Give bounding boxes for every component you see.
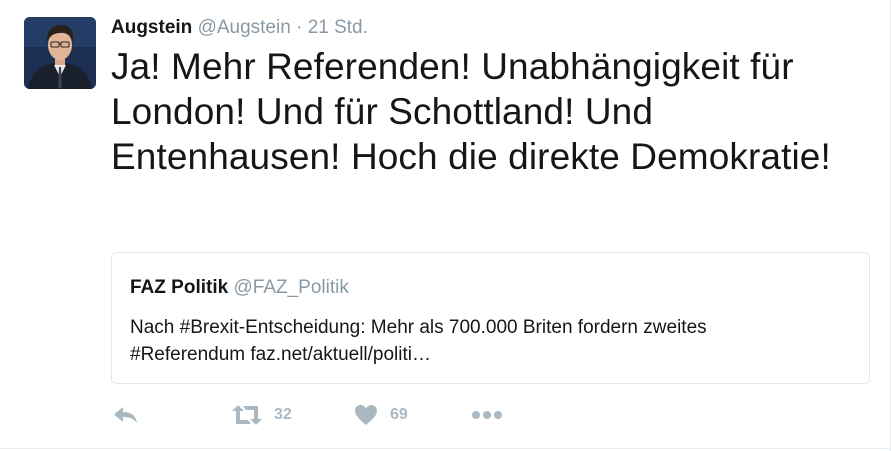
quoted-text-line-2: #Referendum faz.net/aktuell/politi… [130,344,431,365]
quoted-author-name: FAZ Politik [130,277,229,298]
quoted-tweet-text: Nach #Brexit-Entscheidung: Mehr als 700.… [130,314,830,368]
more-button[interactable] [471,402,503,428]
retweet-icon [232,404,262,426]
tweet-header: Augstein @Augstein · 21 Std. [111,17,368,39]
like-button[interactable]: 69 [354,402,408,428]
retweet-count: 32 [274,406,292,423]
quoted-author-handle: @FAZ_Politik [233,277,349,298]
author-handle[interactable]: @Augstein [198,17,291,38]
avatar-image [24,17,96,89]
avatar[interactable] [24,17,96,89]
like-count: 69 [390,406,408,423]
reply-button[interactable] [113,402,138,428]
reply-icon [113,405,138,425]
author-name[interactable]: Augstein [111,17,192,38]
quoted-text-line-1: Nach #Brexit-Entscheidung: Mehr als 700.… [130,317,707,338]
bottom-divider [0,448,891,449]
more-dots-icon [471,410,503,420]
quoted-tweet[interactable]: FAZ Politik @FAZ_Politik Nach #Brexit-En… [111,252,870,384]
tweet-actions: 32 69 [111,402,711,428]
retweet-button[interactable]: 32 [232,402,292,428]
tweet[interactable]: Augstein @Augstein · 21 Std. Ja! Mehr Re… [0,0,891,451]
header-separator: · [296,17,303,38]
quoted-tweet-header: FAZ Politik @FAZ_Politik [130,277,349,299]
tweet-text: Ja! Mehr Referenden! Unabhängigkeit für … [111,46,831,177]
tweet-timestamp[interactable]: 21 Std. [308,17,368,38]
heart-icon [354,404,378,426]
